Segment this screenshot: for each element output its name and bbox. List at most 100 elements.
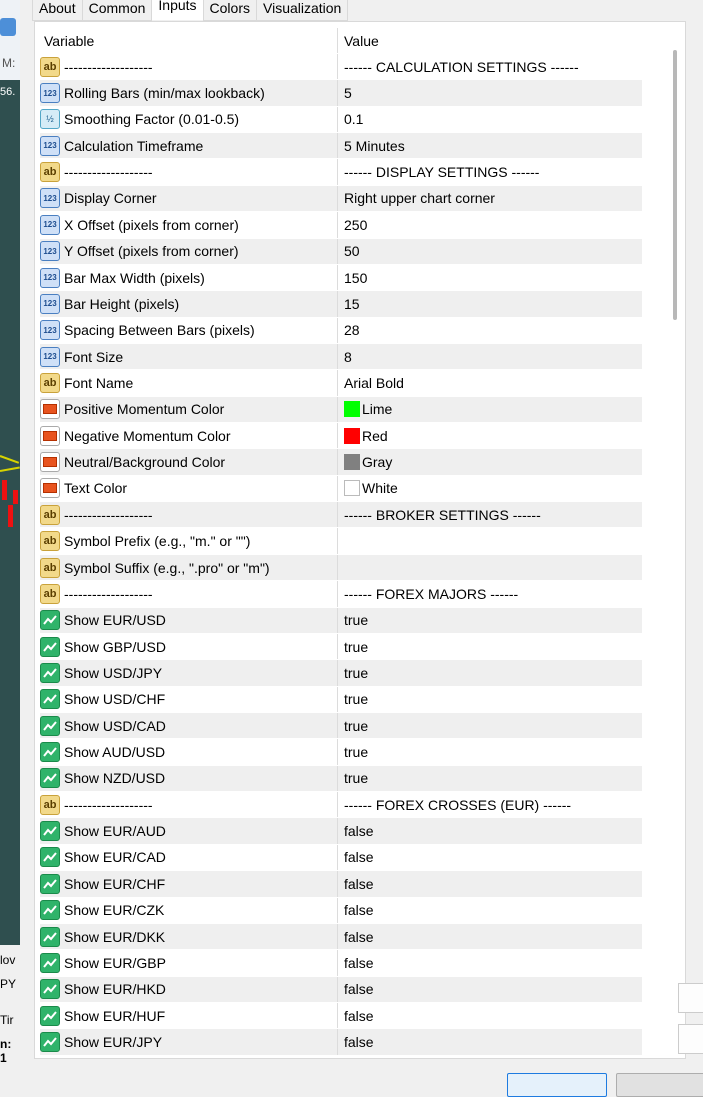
table-row[interactable]: Show NZD/USD true [40, 765, 642, 793]
table-row[interactable]: ab Symbol Suffix (e.g., ".pro" or "m") [40, 554, 642, 582]
table-row[interactable]: ab ------------------- ------ DISPLAY SETT… [40, 159, 642, 186]
value-cell[interactable]: true [338, 766, 642, 791]
table-row[interactable]: 123 Spacing Between Bars (pixels) 28 [40, 317, 642, 344]
table-row[interactable]: ab Font Name Arial Bold [40, 370, 642, 397]
table-row[interactable]: Show EUR/HKD false [40, 976, 642, 1003]
value-cell[interactable]: false [338, 924, 642, 949]
table-row[interactable]: Show AUD/USD true [40, 739, 642, 766]
table-row[interactable]: 123 Bar Height (pixels) 15 [40, 291, 642, 318]
table-row[interactable]: Show GBP/USD true [40, 633, 642, 661]
table-row[interactable]: ab ------------------- ------ FOREX CROSSE… [40, 792, 642, 819]
table-row[interactable]: Show EUR/CZK false [40, 897, 642, 924]
value-cell[interactable]: Right upper chart corner [338, 186, 642, 211]
value-cell[interactable]: false [338, 1003, 642, 1028]
value-cell[interactable]: false [338, 818, 642, 843]
value-cell[interactable]: 28 [338, 318, 642, 343]
table-row[interactable]: Show EUR/CHF false [40, 871, 642, 898]
integer-type-icon: 123 [40, 293, 60, 314]
value-cell[interactable]: ------ FOREX CROSSES (EUR) ------ [338, 792, 642, 817]
table-row[interactable]: Show USD/CHF true [40, 686, 642, 713]
table-row[interactable]: ½ Smoothing Factor (0.01-0.5) 0.1 [40, 106, 642, 134]
value-cell[interactable]: false [338, 950, 642, 975]
value-cell[interactable] [338, 528, 642, 553]
vertical-scrollbar[interactable] [673, 50, 677, 320]
value-cell[interactable]: Lime [338, 397, 642, 422]
table-row[interactable]: ab ------------------- ------ FOREX MAJORS… [40, 581, 642, 608]
value-cell[interactable]: true [338, 608, 642, 633]
variable-value: 28 [344, 322, 360, 339]
value-cell[interactable]: 5 [338, 80, 642, 105]
variable-cell: ab Font Name [40, 370, 338, 396]
value-cell[interactable]: false [338, 845, 642, 870]
value-cell[interactable]: 8 [338, 344, 642, 369]
table-row[interactable]: ab Symbol Prefix (e.g., "m." or "") [40, 528, 642, 555]
variable-name: Font Name [64, 374, 134, 391]
table-row[interactable]: 123 Display Corner Right upper chart corne… [40, 185, 642, 213]
tab-inputs[interactable]: Inputs [151, 0, 204, 20]
value-cell[interactable]: 150 [338, 265, 642, 290]
table-row[interactable]: Show EUR/AUD false [40, 818, 642, 845]
table-row[interactable]: Show EUR/DKK false [40, 923, 642, 951]
value-cell[interactable]: Red [338, 423, 642, 448]
value-cell[interactable]: 0.1 [338, 107, 642, 132]
table-row[interactable]: Positive Momentum Color Lime [40, 396, 642, 424]
value-cell[interactable]: true [338, 660, 642, 685]
variable-cell: Show USD/CAD [40, 712, 338, 739]
table-row[interactable]: Show USD/CAD true [40, 712, 642, 740]
value-cell[interactable]: ------ FOREX MAJORS ------ [338, 581, 642, 606]
table-row[interactable]: Show EUR/HUF false [40, 1002, 642, 1030]
table-row[interactable]: 123 X Offset (pixels from corner) 250 [40, 212, 642, 239]
table-row[interactable]: 123 Font Size 8 [40, 343, 642, 371]
value-cell[interactable]: ------ DISPLAY SETTINGS ------ [338, 159, 642, 184]
value-cell[interactable]: 250 [338, 212, 642, 237]
table-row[interactable]: Show EUR/CAD false [40, 844, 642, 872]
variable-value: false [344, 928, 374, 945]
value-cell[interactable]: true [338, 713, 642, 738]
value-cell[interactable]: false [338, 1029, 642, 1054]
table-row[interactable]: Neutral/Background Color Gray [40, 449, 642, 476]
value-cell[interactable]: Gray [338, 449, 642, 474]
value-cell[interactable]: White [338, 476, 642, 501]
value-cell[interactable]: 5 Minutes [338, 133, 642, 158]
value-cell[interactable]: ------ BROKER SETTINGS ------ [338, 502, 642, 527]
table-row[interactable]: 123 Y Offset (pixels from corner) 50 [40, 238, 642, 265]
table-row[interactable]: 123 Rolling Bars (min/max lookback) 5 [40, 80, 642, 107]
tab-common[interactable]: Common [81, 0, 153, 21]
color-swatch[interactable] [344, 454, 360, 471]
value-cell[interactable]: false [338, 977, 642, 1002]
value-cell[interactable]: false [338, 871, 642, 896]
table-row[interactable]: 123 Calculation Timeframe 5 Minutes [40, 133, 642, 160]
double-type-icon: ½ [40, 109, 60, 130]
variable-value: White [362, 480, 398, 497]
tab-about[interactable]: About [32, 0, 83, 21]
color-swatch[interactable] [344, 480, 360, 497]
value-cell[interactable]: true [338, 687, 642, 712]
color-swatch[interactable] [344, 427, 360, 444]
side-button[interactable] [678, 1024, 703, 1054]
table-row[interactable]: Text Color White [40, 475, 642, 503]
color-swatch[interactable] [344, 401, 360, 418]
variable-cell: Show EUR/HKD [40, 976, 338, 1002]
table-row[interactable]: Show EUR/GBP false [40, 950, 642, 977]
table-row[interactable]: Show EUR/JPY false [40, 1029, 642, 1056]
value-cell[interactable]: false [338, 898, 642, 923]
value-cell[interactable]: 50 [338, 239, 642, 264]
value-cell[interactable]: true [338, 739, 642, 764]
table-row[interactable]: Show USD/JPY true [40, 660, 642, 687]
tab-visualization[interactable]: Visualization [256, 0, 349, 21]
table-row[interactable]: Show EUR/USD true [40, 607, 642, 634]
ok-button[interactable] [507, 1073, 607, 1097]
value-cell[interactable]: ------ CALCULATION SETTINGS ------ [338, 54, 642, 79]
tab-colors[interactable]: Colors [202, 0, 257, 21]
table-row[interactable]: ab ------------------- ------ CALCULATION … [40, 54, 642, 81]
table-row[interactable]: 123 Bar Max Width (pixels) 150 [40, 264, 642, 292]
variable-value: false [344, 1033, 374, 1050]
value-cell[interactable]: 15 [338, 291, 642, 316]
table-row[interactable]: ab ------------------- ------ BROKER SETTI… [40, 502, 642, 529]
value-cell[interactable]: true [338, 634, 642, 659]
table-row[interactable]: Negative Momentum Color Red [40, 423, 642, 450]
side-button[interactable] [678, 983, 703, 1013]
cancel-button[interactable] [616, 1073, 703, 1097]
value-cell[interactable] [338, 555, 642, 580]
value-cell[interactable]: Arial Bold [338, 370, 642, 395]
